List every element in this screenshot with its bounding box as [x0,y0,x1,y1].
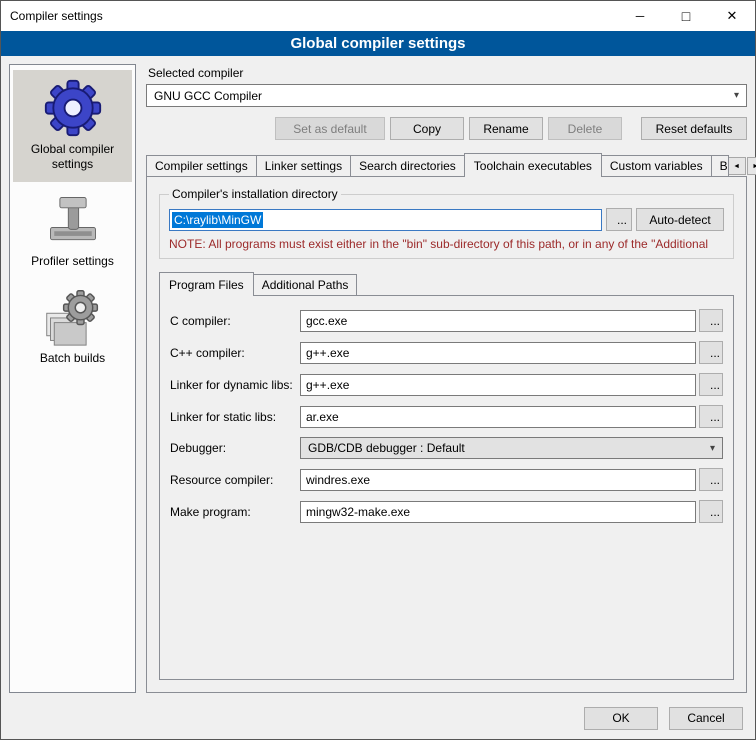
cpp-compiler-label: C++ compiler: [170,346,300,360]
settings-tabs: Compiler settings Linker settings Search… [146,153,747,176]
chevron-down-icon: ▾ [734,90,739,101]
tab-toolchain-executables[interactable]: Toolchain executables [464,153,602,177]
dynamic-linker-label: Linker for dynamic libs: [170,378,300,392]
sidebar-item-batch-builds[interactable]: Batch builds [13,279,132,376]
installation-directory-value: C:\raylib\MinGW [172,212,263,228]
compiler-settings-window: Compiler settings ─ □ ✕ Global compiler … [0,0,756,740]
cpp-compiler-browse-button[interactable]: ... [699,341,723,364]
dialog-footer: OK Cancel [1,697,755,739]
bin-subdirectory-note: NOTE: All programs must exist either in … [169,237,724,251]
resource-compiler-browse-button[interactable]: ... [699,468,723,491]
static-linker-input[interactable] [300,406,696,428]
minimize-icon: ─ [636,9,645,23]
subtab-additional-paths[interactable]: Additional Paths [253,274,358,295]
sidebar-item-label: Global compiler settings [15,142,130,172]
dynamic-linker-browse-button[interactable]: ... [699,373,723,396]
window-title: Compiler settings [1,9,103,23]
installation-directory-input[interactable]: C:\raylib\MinGW [169,209,602,231]
dialog-body: Global compiler settings Profiler settin… [1,56,755,697]
field-row-c-compiler: C compiler: ... [170,309,723,332]
field-row-resource-compiler: Resource compiler: ... [170,468,723,491]
close-icon: ✕ [727,8,738,24]
browse-directory-button[interactable]: ... [606,208,632,231]
subtab-program-files[interactable]: Program Files [159,272,254,296]
installation-directory-row: C:\raylib\MinGW ... Auto-detect [169,208,724,231]
make-program-browse-button[interactable]: ... [699,500,723,523]
program-subtabs: Program Files Additional Paths [159,272,734,295]
toolchain-executables-panel: Compiler's installation directory C:\ray… [146,176,747,693]
gray-gear-stack-icon [43,287,103,347]
tab-scroll-arrows: ◄ ► [728,157,756,175]
tab-linker-settings[interactable]: Linker settings [256,155,351,176]
make-program-label: Make program: [170,505,300,519]
resource-compiler-input[interactable] [300,469,696,491]
auto-detect-button[interactable]: Auto-detect [636,208,724,231]
field-row-make-program: Make program: ... [170,500,723,523]
close-button[interactable]: ✕ [709,1,755,31]
selected-compiler-dropdown[interactable]: GNU GCC Compiler ▾ [146,84,747,107]
blue-gear-icon [43,78,103,138]
resource-compiler-label: Resource compiler: [170,473,300,487]
cpp-compiler-input[interactable] [300,342,696,364]
arrow-right-icon: ► [752,163,756,170]
maximize-button[interactable]: □ [663,1,709,31]
chevron-down-icon: ▾ [710,443,715,454]
program-files-panel: C compiler: ... C++ compiler: ... Linker… [159,295,734,680]
reset-defaults-button[interactable]: Reset defaults [641,117,747,140]
sidebar-item-global-compiler-settings[interactable]: Global compiler settings [13,70,132,182]
titlebar: Compiler settings ─ □ ✕ [1,1,755,31]
sidebar: Global compiler settings Profiler settin… [9,64,136,693]
copy-button[interactable]: Copy [390,117,464,140]
sidebar-item-label: Profiler settings [15,254,130,269]
sidebar-item-label: Batch builds [15,351,130,366]
rename-button[interactable]: Rename [469,117,543,140]
installation-directory-group: Compiler's installation directory C:\ray… [159,187,734,259]
selected-compiler-value: GNU GCC Compiler [154,89,262,103]
tab-scroll-left-button[interactable]: ◄ [728,157,746,175]
field-row-static-linker: Linker for static libs: ... [170,405,723,428]
c-compiler-input[interactable] [300,310,696,332]
field-row-debugger: Debugger: GDB/CDB debugger : Default ▾ [170,437,723,459]
sidebar-item-profiler-settings[interactable]: Profiler settings [13,182,132,279]
window-controls: ─ □ ✕ [617,1,755,31]
profiler-tool-icon [43,190,103,250]
debugger-label: Debugger: [170,441,300,455]
main-panel: Selected compiler GNU GCC Compiler ▾ Set… [146,64,747,693]
tab-scroll-right-button[interactable]: ► [747,157,756,175]
page-title: Global compiler settings [1,31,755,56]
dynamic-linker-input[interactable] [300,374,696,396]
minimize-button[interactable]: ─ [617,1,663,31]
maximize-icon: □ [682,8,690,24]
static-linker-label: Linker for static libs: [170,410,300,424]
installation-directory-label: Compiler's installation directory [169,187,341,201]
c-compiler-browse-button[interactable]: ... [699,309,723,332]
static-linker-browse-button[interactable]: ... [699,405,723,428]
tab-compiler-settings[interactable]: Compiler settings [146,155,257,176]
debugger-value: GDB/CDB debugger : Default [308,441,465,455]
arrow-left-icon: ◄ [733,163,740,170]
compiler-actions: Set as default Copy Rename Delete Reset … [146,117,747,140]
tab-search-directories[interactable]: Search directories [350,155,465,176]
delete-button[interactable]: Delete [548,117,622,140]
c-compiler-label: C compiler: [170,314,300,328]
field-row-dynamic-linker: Linker for dynamic libs: ... [170,373,723,396]
make-program-input[interactable] [300,501,696,523]
tab-build[interactable]: Build [711,155,729,176]
debugger-dropdown[interactable]: GDB/CDB debugger : Default ▾ [300,437,723,459]
ok-button[interactable]: OK [584,707,658,730]
tab-custom-variables[interactable]: Custom variables [601,155,712,176]
selected-compiler-label: Selected compiler [148,66,747,80]
field-row-cpp-compiler: C++ compiler: ... [170,341,723,364]
cancel-button[interactable]: Cancel [669,707,743,730]
set-as-default-button[interactable]: Set as default [275,117,385,140]
